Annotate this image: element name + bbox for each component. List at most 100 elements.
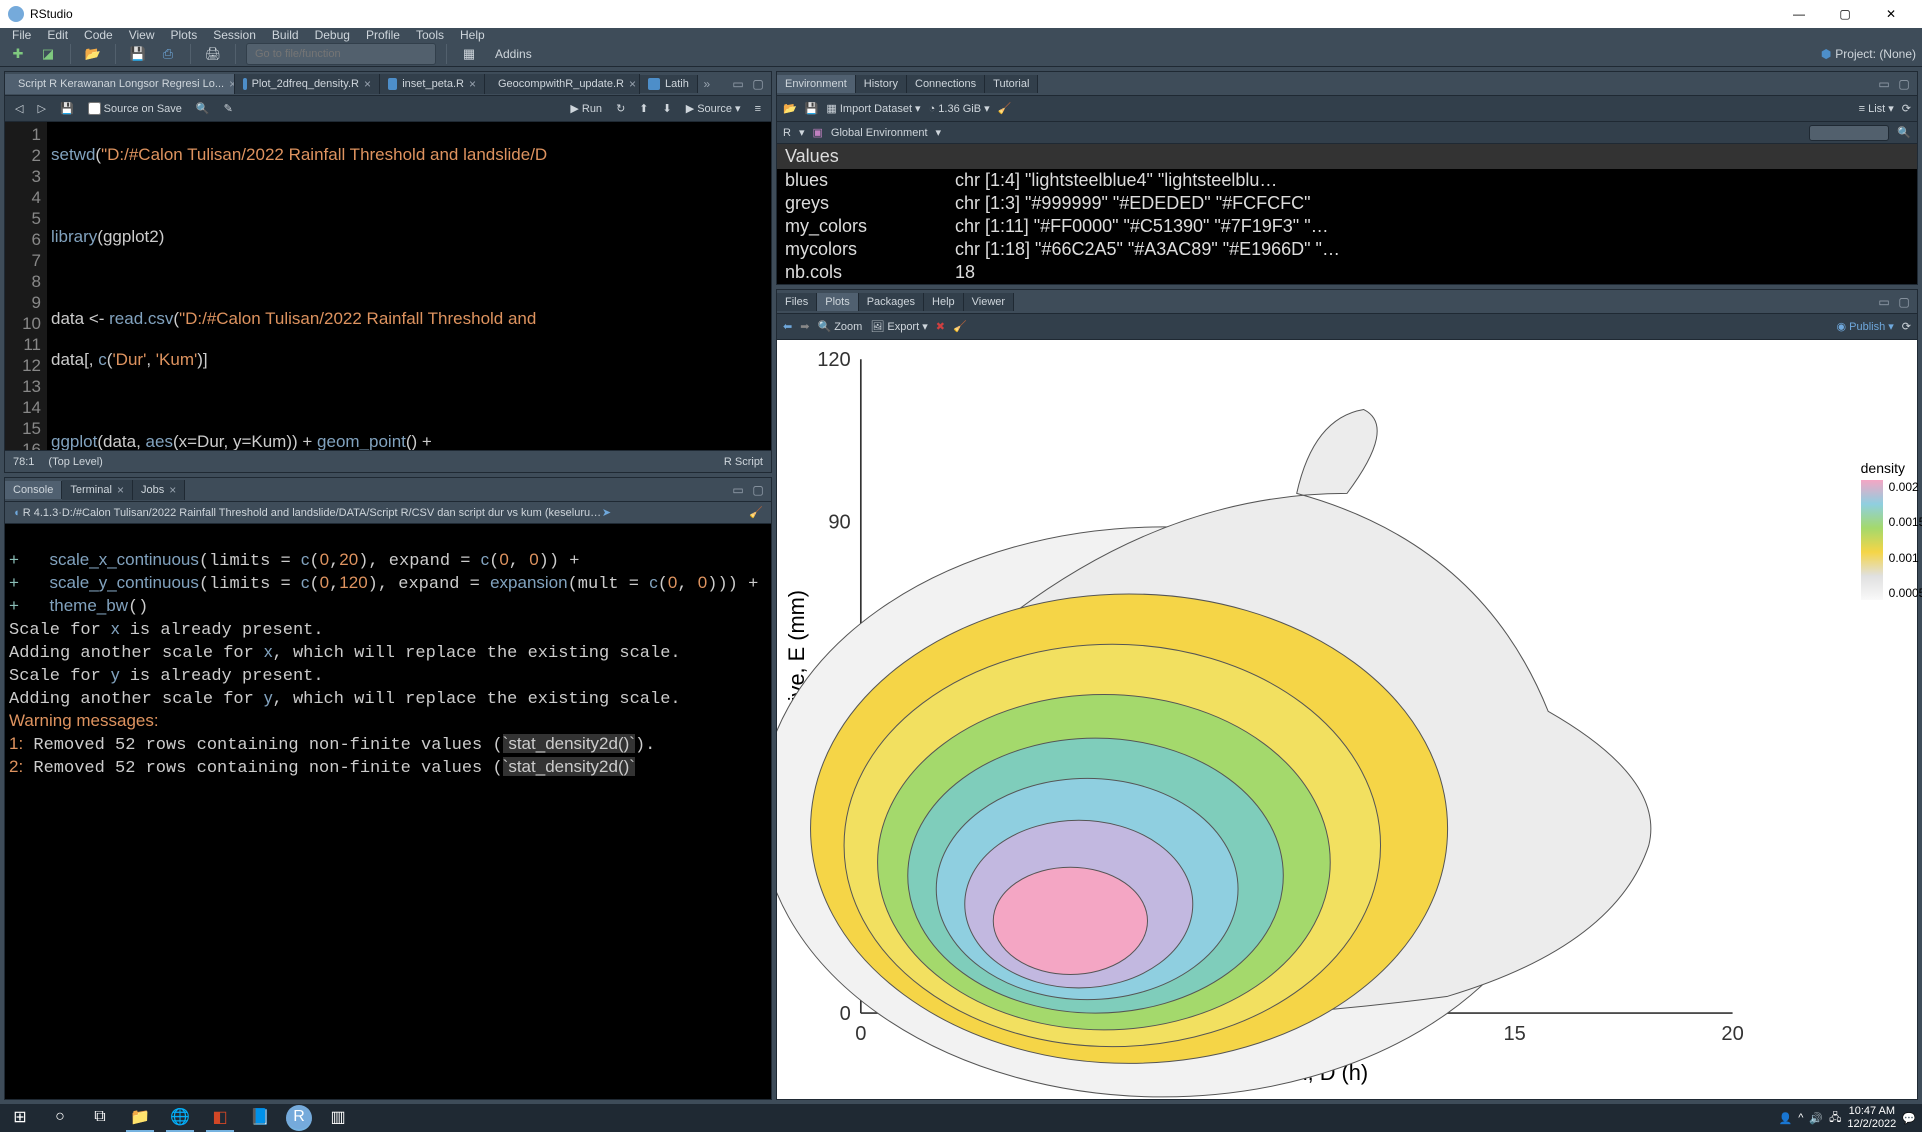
windows-taskbar[interactable]: ⊞ ○ ⧉ 📁 🌐 ◧ 📘 R ▥ 👤 ^ 🔊 🖧 10:47 AM 12/2/… [0,1104,1922,1132]
chrome-icon[interactable]: 🌐 [166,1104,194,1132]
list-view-button[interactable]: ≡ List ▾ [1859,102,1894,115]
editor-tab-4[interactable]: Latih [640,75,698,93]
lang-label[interactable]: R Script [724,456,763,468]
menu-help[interactable]: Help [452,28,493,42]
menu-build[interactable]: Build [264,28,307,42]
tab-overflow-icon[interactable]: » [698,77,716,91]
tab-terminal[interactable]: Terminal × [62,480,133,500]
menu-file[interactable]: File [4,28,39,42]
tab-connections[interactable]: Connections [907,75,985,93]
console-output[interactable]: + scale_x_continuous(limits = c(0,20), e… [5,524,771,1099]
import-dataset-button[interactable]: ▦ Import Dataset ▾ [826,102,920,115]
maximize-pane-icon[interactable]: ▢ [1895,295,1913,309]
save-file-button[interactable]: 💾 [56,100,78,117]
tab-console[interactable]: Console [5,481,62,499]
code-editor[interactable]: 12345678910111213141516 setwd("D:/#Calon… [5,122,771,450]
tab-packages[interactable]: Packages [859,293,924,311]
forward-button[interactable]: ▷ [33,100,49,117]
project-menu[interactable]: ⬢ Project: (None) [1821,47,1916,61]
editor-tab-3[interactable]: GeocompwithR_update.R× [485,74,640,94]
save-all-button[interactable]: ⎙ [156,42,180,66]
people-icon[interactable]: 👤 [1779,1112,1793,1125]
start-button[interactable]: ⊞ [6,1104,34,1132]
clear-all-button[interactable]: 🧹 [953,320,967,333]
menu-view[interactable]: View [121,28,163,42]
menu-debug[interactable]: Debug [307,28,358,42]
system-tray[interactable]: 👤 ^ 🔊 🖧 10:47 AM 12/2/2022 💬 [1779,1105,1916,1131]
save-button[interactable]: 💾 [126,42,150,66]
broom-icon[interactable]: 🧹 [749,506,763,519]
send-icon[interactable]: ➤ [602,506,611,519]
tab-viewer[interactable]: Viewer [964,293,1014,311]
notifications-icon[interactable]: 💬 [1902,1112,1916,1125]
new-project-button[interactable]: ◪ [36,42,60,66]
memory-indicator[interactable]: ◔ 1.36 GiB ▾ [929,102,990,115]
tab-plots[interactable]: Plots [817,293,858,311]
rstudio-taskbar-icon[interactable]: R [286,1105,312,1131]
close-icon[interactable]: × [629,77,636,91]
menu-edit[interactable]: Edit [39,28,76,42]
source-button[interactable]: ▶ Source ▾ [682,100,745,117]
refresh-button[interactable]: ⟳ [1902,102,1911,115]
menu-plots[interactable]: Plots [163,28,206,42]
minimize-pane-icon[interactable]: ▭ [729,483,747,497]
scope-label[interactable]: (Top Level) [48,456,102,468]
minimize-pane-icon[interactable]: ▭ [1875,77,1893,91]
tab-environment[interactable]: Environment [777,75,856,93]
menu-tools[interactable]: Tools [408,28,452,42]
load-workspace-button[interactable]: 📂 [783,102,797,115]
run-button[interactable]: ▶ Run [566,100,606,117]
notes-icon[interactable]: 📘 [246,1104,274,1132]
close-icon[interactable]: × [469,77,476,91]
broom-icon[interactable]: 🧹 [998,102,1012,115]
prev-plot-button[interactable]: ⬅ [783,320,792,333]
tab-tutorial[interactable]: Tutorial [985,75,1038,93]
global-env[interactable]: Global Environment [831,127,928,139]
grid-icon[interactable]: ▦ [457,42,481,66]
explorer-icon[interactable]: 📁 [126,1104,154,1132]
rerun-button[interactable]: ↻ [612,100,629,117]
editor-tab-1[interactable]: Plot_2dfreq_density.R× [235,74,380,94]
minimize-pane-icon[interactable]: ▭ [729,77,747,91]
sound-icon[interactable]: 🔊 [1809,1112,1823,1125]
up-button[interactable]: ⬆ [635,100,652,117]
close-icon[interactable]: × [364,77,371,91]
clock[interactable]: 10:47 AM 12/2/2022 [1847,1105,1896,1131]
addins-menu[interactable]: Addins [487,47,540,61]
menu-profile[interactable]: Profile [358,28,408,42]
wand-button[interactable]: ✎ [220,100,237,117]
tab-help[interactable]: Help [924,293,964,311]
chevron-up-icon[interactable]: ^ [1798,1112,1803,1124]
search-icon[interactable]: 🔍 [1897,126,1911,139]
maximize-pane-icon[interactable]: ▢ [1895,77,1913,91]
maximize-button[interactable]: ▢ [1822,0,1868,28]
minimize-pane-icon[interactable]: ▭ [1875,295,1893,309]
tab-files[interactable]: Files [777,293,817,311]
save-workspace-button[interactable]: 💾 [805,102,819,115]
menu-code[interactable]: Code [76,28,121,42]
zoom-button[interactable]: 🔍 Zoom [817,320,862,333]
powerpoint-icon[interactable]: ◧ [206,1104,234,1132]
cortana-icon[interactable]: ○ [46,1104,74,1132]
editor-tab-0[interactable]: Script R Kerawanan Longsor Regresi Lo...… [5,74,235,94]
find-button[interactable]: 🔍 [192,100,214,117]
down-button[interactable]: ⬇ [659,100,676,117]
remove-plot-button[interactable]: ✖ [936,320,945,333]
app-icon[interactable]: ▥ [324,1104,352,1132]
publish-button[interactable]: ◉ Publish ▾ [1836,320,1893,333]
outline-button[interactable]: ≡ [751,101,765,117]
maximize-pane-icon[interactable]: ▢ [749,77,767,91]
open-file-button[interactable]: 📂 [81,42,105,66]
close-button[interactable]: ✕ [1868,0,1914,28]
code-content[interactable]: setwd("D:/#Calon Tulisan/2022 Rainfall T… [47,122,771,450]
tab-history[interactable]: History [856,75,907,93]
env-search-input[interactable] [1809,125,1889,141]
editor-tab-2[interactable]: inset_peta.R× [380,74,485,94]
goto-file-input[interactable] [246,43,436,65]
r-scope[interactable]: R [783,127,791,139]
minimize-button[interactable]: — [1776,0,1822,28]
next-plot-button[interactable]: ➡ [800,320,809,333]
source-on-save-checkbox[interactable]: Source on Save [84,100,186,117]
refresh-plot-button[interactable]: ⟳ [1902,320,1911,333]
export-button[interactable]: 🖼 Export ▾ [870,320,927,333]
